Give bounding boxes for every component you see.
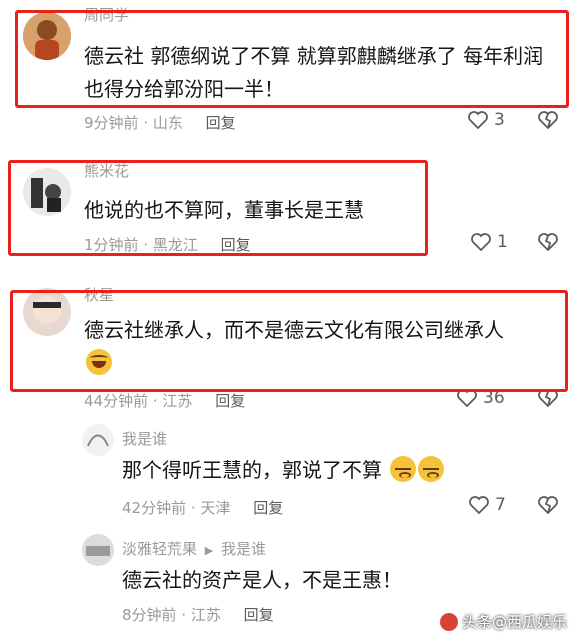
watermark: 头条@西瓜娱乐 xyxy=(439,611,567,632)
comment-text: 德云社的资产是人，不是王惠！ xyxy=(122,568,402,592)
dislike-button[interactable] xyxy=(537,110,559,130)
username[interactable]: 我是谁 xyxy=(122,428,167,449)
comment-location: 江苏 xyxy=(162,392,193,410)
comment-text: 那个得听王慧的，郭说了不算 xyxy=(122,454,552,487)
dislike-button[interactable] xyxy=(537,232,559,252)
highlight-box xyxy=(8,160,428,256)
meta-separator: · xyxy=(148,392,163,410)
broken-heart-icon xyxy=(538,233,558,252)
like-button[interactable]: 7 xyxy=(468,495,506,515)
reply-arrow-icon: ▶ xyxy=(204,544,214,557)
highlight-box xyxy=(15,10,569,108)
like-button[interactable]: 1 xyxy=(470,232,508,252)
reply-author[interactable]: 淡雅轻荒果 xyxy=(122,540,197,558)
comment-text-body: 那个得听王慧的，郭说了不算 xyxy=(122,458,382,482)
meta-separator: · xyxy=(176,606,191,624)
comment-location: 天津 xyxy=(200,499,231,517)
reply-button[interactable]: 回复 xyxy=(244,606,274,624)
toutiao-logo-icon xyxy=(439,612,458,631)
comment-time: 44分钟前 xyxy=(84,392,149,410)
broken-heart-icon xyxy=(538,111,558,130)
comment-time: 8分钟前 xyxy=(122,606,177,624)
meta-separator: · xyxy=(186,499,201,517)
comment-meta: 42分钟前 · 天津 回复 xyxy=(122,497,283,518)
heart-icon xyxy=(468,111,488,130)
comment-location: 山东 xyxy=(152,114,183,132)
reply-button[interactable]: 回复 xyxy=(253,499,283,517)
broken-heart-icon xyxy=(538,496,558,515)
comment-meta: 8分钟前 · 江苏 回复 xyxy=(122,604,274,625)
comment-meta: 9分钟前 · 山东 回复 xyxy=(84,112,236,133)
sad-face-emoji-icon xyxy=(418,456,445,482)
like-count: 7 xyxy=(495,495,506,515)
watermark-text: 头条@西瓜娱乐 xyxy=(461,613,567,631)
user-avatar[interactable] xyxy=(82,534,114,566)
sad-face-emoji-icon xyxy=(390,456,417,482)
reply-button[interactable]: 回复 xyxy=(206,114,236,132)
comment-location: 江苏 xyxy=(190,606,221,624)
like-button[interactable]: 3 xyxy=(467,110,505,130)
user-avatar[interactable] xyxy=(82,424,114,456)
dislike-button[interactable] xyxy=(537,495,559,515)
like-count: 3 xyxy=(494,110,505,130)
username: 淡雅轻荒果 ▶ 我是谁 xyxy=(122,538,266,559)
comment-time: 9分钟前 xyxy=(84,114,139,132)
reply-target[interactable]: 我是谁 xyxy=(221,540,266,558)
highlight-box xyxy=(10,290,568,392)
heart-icon xyxy=(469,496,489,515)
like-count: 1 xyxy=(497,232,508,252)
comment-time: 42分钟前 xyxy=(122,499,187,517)
heart-icon xyxy=(471,233,491,252)
meta-separator: · xyxy=(138,114,153,132)
comment-meta: 44分钟前 · 江苏 回复 xyxy=(84,390,245,411)
reply-button[interactable]: 回复 xyxy=(215,392,245,410)
